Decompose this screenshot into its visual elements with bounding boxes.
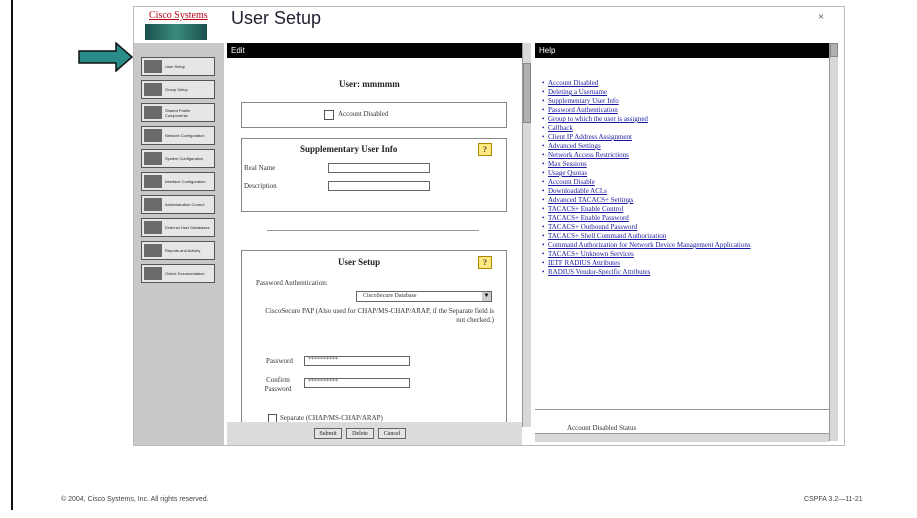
documentation-icon [144, 267, 162, 280]
database-icon [144, 221, 162, 234]
network-icon [144, 129, 162, 142]
help-link[interactable]: Network Access Restrictions [542, 151, 792, 160]
help-scrollbar-thumb[interactable] [830, 43, 838, 57]
system-icon [144, 152, 162, 165]
edit-pane-header: Edit [227, 43, 527, 58]
help-link[interactable]: TACACS+ Outbound Password [542, 223, 792, 232]
account-disabled-box: Account Disabled [241, 102, 507, 128]
help-link[interactable]: RADIUS Vendor-Specific Attributes [542, 268, 792, 277]
password-auth-select[interactable]: CiscoSecure Database ▼ [356, 291, 492, 302]
cancel-button[interactable]: Cancel [378, 428, 406, 439]
cisco-logo: Cisco Systems [134, 7, 224, 43]
help-link[interactable]: Password Authentication [542, 106, 792, 115]
sidebar-item-user-setup[interactable]: User Setup [141, 57, 215, 76]
help-link[interactable]: TACACS+ Enable Control [542, 205, 792, 214]
user-icon [144, 60, 162, 73]
help-link[interactable]: Downloadable ACLs [542, 187, 792, 196]
description-input[interactable] [328, 181, 430, 191]
help-link[interactable]: IETF RADIUS Attributes [542, 259, 792, 268]
confirm-password-input[interactable]: ********** [304, 378, 410, 388]
edit-pane: User: mmmmm Account Disabled Supplementa… [227, 58, 522, 436]
pointer-arrow-icon [78, 42, 134, 72]
button-bar: Submit Delete Cancel [227, 422, 522, 445]
chevron-down-icon: ▼ [482, 292, 491, 301]
help-link[interactable]: TACACS+ Unknown Services [542, 250, 792, 259]
sidebar-nav: User Setup Group Setup Shared Profile Co… [134, 43, 224, 445]
slide-code: CSPFA 3.2—11-21 [804, 496, 863, 503]
help-scrollbar[interactable] [829, 43, 838, 441]
page-title: User Setup [231, 8, 322, 28]
help-link[interactable]: Deleting a Username [542, 88, 792, 97]
sidebar-item-group-setup[interactable]: Group Setup [141, 80, 215, 99]
help-question-icon[interactable]: ? [478, 256, 492, 269]
cisco-bridge-logo-image [145, 24, 207, 40]
help-link[interactable]: Advanced TACACS+ Settings [542, 196, 792, 205]
interface-icon [144, 175, 162, 188]
sidebar-item-admin-control[interactable]: Administration Control [141, 195, 215, 214]
user-heading: User: mmmmm [339, 79, 400, 89]
help-link[interactable]: Usage Quotas [542, 169, 792, 178]
reports-icon [144, 244, 162, 257]
divider [267, 230, 479, 231]
help-link[interactable]: Account Disabled [542, 79, 792, 88]
sidebar-item-network-config[interactable]: Network Configuration [141, 126, 215, 145]
sidebar-item-reports[interactable]: Reports and Activity [141, 241, 215, 260]
shared-profile-icon [144, 106, 162, 119]
sidebar-item-online-docs[interactable]: Online Documentation [141, 264, 215, 283]
help-link[interactable]: Account Disable [542, 178, 792, 187]
help-link[interactable]: Supplementary User Info [542, 97, 792, 106]
account-disabled-checkbox[interactable] [324, 110, 334, 120]
help-link[interactable]: Command Authorization for Network Device… [542, 241, 792, 250]
user-setup-box: User Setup ? Password Authentication: Ci… [241, 250, 507, 436]
help-pane: Account Disabled Deleting a Username Sup… [535, 58, 829, 445]
help-link-list: Account Disabled Deleting a Username Sup… [542, 79, 792, 277]
close-icon[interactable]: × [818, 11, 824, 23]
help-link[interactable]: Max Sessions [542, 160, 792, 169]
help-question-icon[interactable]: ? [478, 143, 492, 156]
admin-icon [144, 198, 162, 211]
left-border-rule [11, 0, 13, 510]
application-window: Cisco Systems User Setup × User Setup Gr… [133, 6, 845, 446]
edit-scrollbar[interactable] [522, 43, 531, 427]
help-link[interactable]: Client IP Address Assignment [542, 133, 792, 142]
edit-scrollbar-thumb[interactable] [523, 63, 531, 123]
password-input[interactable]: ********** [304, 356, 410, 366]
copyright-text: © 2004, Cisco Systems, Inc. All rights r… [61, 496, 209, 503]
help-horizontal-scrollbar[interactable] [535, 433, 829, 442]
help-link[interactable]: Callback [542, 124, 792, 133]
help-link[interactable]: Group to which the user is assigned [542, 115, 792, 124]
sidebar-item-interface-config[interactable]: Interface Configuration [141, 172, 215, 191]
help-pane-header: Help [535, 43, 829, 58]
group-icon [144, 83, 162, 96]
sidebar-item-shared-profile[interactable]: Shared Profile Components [141, 103, 215, 122]
sidebar-item-external-db[interactable]: External User Databases [141, 218, 215, 237]
help-link[interactable]: Advanced Settings [542, 142, 792, 151]
supplementary-info-box: Supplementary User Info ? Real Name Desc… [241, 138, 507, 212]
delete-button[interactable]: Delete [346, 428, 374, 439]
help-link[interactable]: TACACS+ Enable Password [542, 214, 792, 223]
sidebar-item-system-config[interactable]: System Configuration [141, 149, 215, 168]
help-link[interactable]: TACACS+ Shell Command Authorization [542, 232, 792, 241]
help-divider [535, 409, 829, 410]
submit-button[interactable]: Submit [314, 428, 342, 439]
real-name-input[interactable] [328, 163, 430, 173]
